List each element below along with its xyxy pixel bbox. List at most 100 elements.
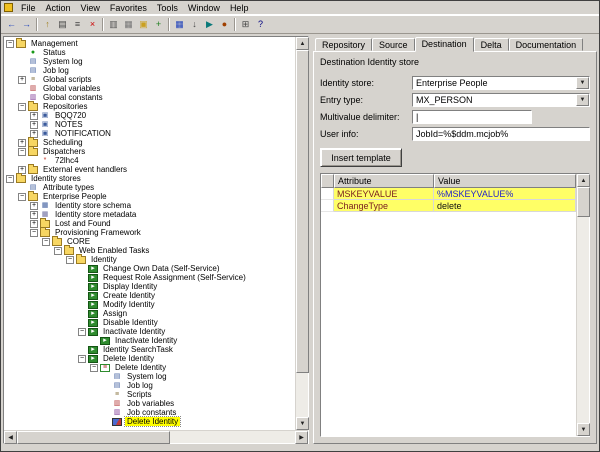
scroll-left-icon[interactable]	[4, 431, 17, 444]
tree-item-job-variables[interactable]: ▥ Job variables	[4, 399, 295, 408]
copy-icon[interactable]: ▥	[106, 17, 121, 32]
scroll-up-icon[interactable]	[296, 37, 309, 50]
grid-row-changetype[interactable]: ChangeType delete	[321, 200, 576, 212]
save-icon[interactable]: ▦	[172, 17, 187, 32]
scrollbar-thumb[interactable]	[577, 187, 590, 217]
tree-horizontal-scrollbar[interactable]	[4, 430, 308, 444]
tree-item-modify-identity[interactable]: ▸ Modify Identity	[4, 300, 295, 309]
menu-file[interactable]: File	[16, 2, 41, 14]
tree-item-system-log[interactable]: ▤ System log	[4, 372, 295, 381]
collapse-toggle-icon[interactable]: −	[18, 147, 26, 156]
paste-icon[interactable]: ▦	[121, 17, 136, 32]
grid-row-mskeyvalue[interactable]: MSKEYVALUE %MSKEYVALUE%	[321, 188, 576, 200]
tree-item-identity-stores[interactable]: − Identity stores	[4, 172, 295, 183]
tree-item-global-scripts[interactable]: + ≡ Global scripts	[4, 75, 295, 84]
tree-item-job-constants[interactable]: ▥ Job constants	[4, 408, 295, 417]
help-icon[interactable]: ?	[253, 17, 268, 32]
tree-item-scheduling[interactable]: + Scheduling	[4, 136, 295, 147]
dropdown-arrow-icon[interactable]	[576, 93, 589, 106]
tree-item-delete-identity[interactable]: − ≡ Delete Identity	[4, 363, 295, 372]
tree-item-disable-identity[interactable]: ▸ Disable Identity	[4, 318, 295, 327]
expand-toggle-icon[interactable]: +	[30, 210, 38, 219]
tree-item-status[interactable]: ● Status	[4, 48, 295, 57]
collapse-toggle-icon[interactable]: −	[6, 39, 14, 48]
show-tree-icon[interactable]: ▤	[55, 17, 70, 32]
tree-item-delete-identity[interactable]: Delete Identity	[4, 416, 295, 427]
scrollbar-track[interactable]	[17, 431, 295, 444]
menu-view[interactable]: View	[76, 2, 105, 14]
new-window-icon[interactable]: ⊞	[238, 17, 253, 32]
tree-item-enterprise-people[interactable]: − Enterprise People	[4, 190, 295, 201]
tree-item-attribute-types[interactable]: ▤ Attribute types	[4, 183, 295, 192]
entry-type-combo[interactable]: MX_PERSON	[412, 92, 590, 107]
tree-item-inactivate-identity[interactable]: ▸ Inactivate Identity	[4, 336, 295, 345]
tree-item-provisioning-framework[interactable]: − Provisioning Framework	[4, 226, 295, 237]
expand-toggle-icon[interactable]: +	[18, 75, 26, 84]
collapse-toggle-icon[interactable]: −	[66, 255, 74, 264]
tree-item-delete-identity[interactable]: − ▸ Delete Identity	[4, 354, 295, 363]
export-icon[interactable]: ↓	[187, 17, 202, 32]
scroll-down-icon[interactable]	[296, 417, 309, 430]
user-info-field[interactable]: JobId=%$ddm.mcjob%	[412, 126, 590, 141]
tree-item-identity-store-metadata[interactable]: + ▦ Identity store metadata	[4, 210, 295, 219]
tree-item-72lhc4[interactable]: * 72lhc4	[4, 156, 295, 165]
collapse-toggle-icon[interactable]: −	[54, 246, 62, 255]
tree-item-system-log[interactable]: ▤ System log	[4, 57, 295, 66]
tree-item-notes[interactable]: + ▣ NOTES	[4, 120, 295, 129]
tree-item-web-enabled-tasks[interactable]: − Web Enabled Tasks	[4, 244, 295, 255]
tree-item-request-role-assignment-self-service[interactable]: ▸ Request Role Assignment (Self-Service)	[4, 273, 295, 282]
tree-item-inactivate-identity[interactable]: − ▸ Inactivate Identity	[4, 327, 295, 336]
collapse-toggle-icon[interactable]: −	[78, 327, 86, 336]
menu-tools[interactable]: Tools	[152, 2, 183, 14]
collapse-toggle-icon[interactable]: −	[18, 192, 26, 201]
up-one-level-icon[interactable]: ↑	[40, 17, 55, 32]
tab-destination[interactable]: Destination	[414, 37, 474, 52]
test-run-icon[interactable]: ●	[217, 17, 232, 32]
expand-toggle-icon[interactable]: +	[30, 219, 38, 228]
menu-help[interactable]: Help	[225, 2, 254, 14]
collapse-toggle-icon[interactable]: −	[18, 102, 26, 111]
scrollbar-track[interactable]	[296, 50, 309, 417]
new-entry-icon[interactable]: ▣	[136, 17, 151, 32]
tree-item-create-identity[interactable]: ▸ Create Identity	[4, 291, 295, 300]
scrollbar-track[interactable]	[577, 187, 590, 423]
tree-item-job-log[interactable]: ▤ Job log	[4, 66, 295, 75]
tree-item-identity[interactable]: − Identity	[4, 253, 295, 264]
tree-item-scripts[interactable]: ≡ Scripts	[4, 390, 295, 399]
tree-item-display-identity[interactable]: ▸ Display Identity	[4, 282, 295, 291]
expand-toggle-icon[interactable]: +	[30, 120, 38, 129]
tree-item-management[interactable]: − Management	[4, 37, 295, 48]
dropdown-arrow-icon[interactable]	[576, 76, 589, 89]
back-icon[interactable]: ←	[4, 17, 19, 32]
insert-template-button[interactable]: Insert template	[320, 148, 402, 167]
tab-documentation[interactable]: Documentation	[508, 38, 584, 51]
collapse-toggle-icon[interactable]: −	[30, 228, 38, 237]
multivalue-delimiter-field[interactable]: |	[412, 109, 532, 124]
scroll-down-icon[interactable]	[577, 423, 590, 436]
collapse-toggle-icon[interactable]: −	[78, 354, 86, 363]
insert-icon[interactable]: +	[151, 17, 166, 32]
expand-toggle-icon[interactable]: +	[30, 201, 38, 210]
tree-item-identity-searchtask[interactable]: ▸ Identity SearchTask	[4, 345, 295, 354]
collapse-toggle-icon[interactable]: −	[42, 237, 50, 246]
tree-item-change-own-data-self-service[interactable]: ▸ Change Own Data (Self-Service)	[4, 264, 295, 273]
delete-icon[interactable]: ×	[85, 17, 100, 32]
tab-source[interactable]: Source	[372, 38, 415, 51]
tree-item-notification[interactable]: + ▣ NOTIFICATION	[4, 129, 295, 138]
tree-item-assign[interactable]: ▸ Assign	[4, 309, 295, 318]
scrollbar-thumb[interactable]	[296, 50, 309, 373]
run-job-icon[interactable]: ▶	[202, 17, 217, 32]
tree-item-job-log[interactable]: ▤ Job log	[4, 381, 295, 390]
menu-favorites[interactable]: Favorites	[105, 2, 152, 14]
tree-item-core[interactable]: − CORE	[4, 235, 295, 246]
menu-action[interactable]: Action	[41, 2, 76, 14]
collapse-toggle-icon[interactable]: −	[6, 174, 14, 183]
grid-vertical-scrollbar[interactable]	[576, 174, 590, 436]
menu-window[interactable]: Window	[183, 2, 225, 14]
scrollbar-thumb[interactable]	[17, 431, 170, 444]
tab-delta[interactable]: Delta	[473, 38, 509, 51]
tree-item-repositories[interactable]: − Repositories	[4, 100, 295, 111]
scroll-right-icon[interactable]	[295, 431, 308, 444]
collapse-toggle-icon[interactable]: −	[90, 363, 98, 372]
expand-toggle-icon[interactable]: +	[18, 138, 26, 147]
